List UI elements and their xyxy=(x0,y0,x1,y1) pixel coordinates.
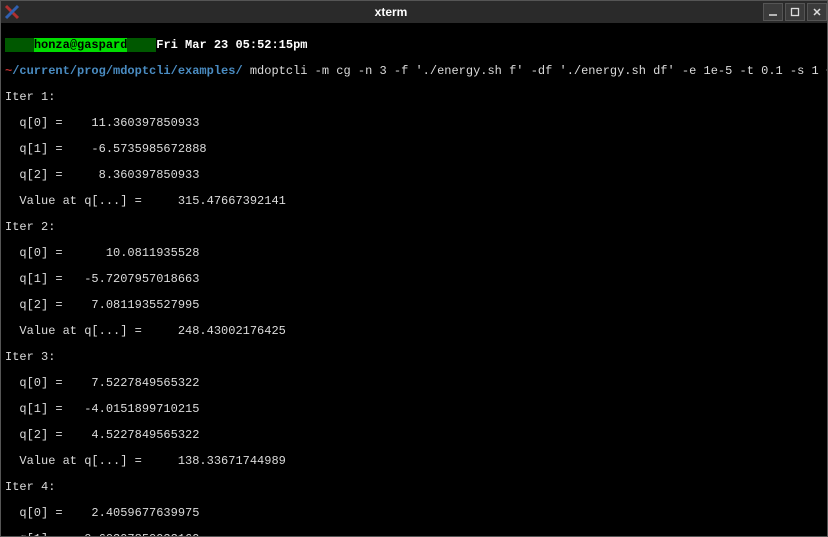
output-line: q[1] = -0.60397850933169 xyxy=(5,533,823,536)
prompt-path: /current/prog/mdoptcli/examples/ xyxy=(12,64,242,78)
output-line: q[2] = 7.0811935527995 xyxy=(5,299,823,312)
window: xterm honza@gaspard Fri Mar 23 05:52:15p… xyxy=(0,0,828,537)
terminal-body[interactable]: honza@gaspard Fri Mar 23 05:52:15pm ~/cu… xyxy=(1,23,827,536)
prompt-timestamp: Fri Mar 23 05:52:15pm xyxy=(156,38,307,52)
output-line: Iter 3: xyxy=(5,351,823,364)
close-button[interactable] xyxy=(807,3,827,21)
window-controls xyxy=(761,3,827,21)
output-line: q[0] = 7.5227849565322 xyxy=(5,377,823,390)
minimize-button[interactable] xyxy=(763,3,783,21)
output-line: q[1] = -4.0151899710215 xyxy=(5,403,823,416)
output-line: q[2] = 4.5227849565322 xyxy=(5,429,823,442)
command-text: mdoptcli -m cg -n 3 -f './energy.sh f' -… xyxy=(250,64,827,78)
output-line: q[0] = 2.4059677639975 xyxy=(5,507,823,520)
maximize-button[interactable] xyxy=(785,3,805,21)
output-line: q[2] = 8.360397850933 xyxy=(5,169,823,182)
output-line: Iter 1: xyxy=(5,91,823,104)
output-line: Value at q[...] = 248.43002176425 xyxy=(5,325,823,338)
command-line: ~/current/prog/mdoptcli/examples/ mdoptc… xyxy=(5,65,823,78)
titlebar[interactable]: xterm xyxy=(1,1,827,23)
output-line: q[1] = -6.5735985672888 xyxy=(5,143,823,156)
output-line: Iter 2: xyxy=(5,221,823,234)
output-line: q[0] = 10.0811935528 xyxy=(5,247,823,260)
output-line: Value at q[...] = 138.33671744989 xyxy=(5,455,823,468)
app-icon xyxy=(3,3,21,21)
output-line: q[1] = -5.7207957018663 xyxy=(5,273,823,286)
prompt-userhost: honza@gaspard xyxy=(34,38,128,52)
prompt-line: honza@gaspard Fri Mar 23 05:52:15pm xyxy=(5,39,823,52)
window-title: xterm xyxy=(21,5,761,19)
output-line: Iter 4: xyxy=(5,481,823,494)
output-line: q[0] = 11.360397850933 xyxy=(5,117,823,130)
output-line: Value at q[...] = 315.47667392141 xyxy=(5,195,823,208)
